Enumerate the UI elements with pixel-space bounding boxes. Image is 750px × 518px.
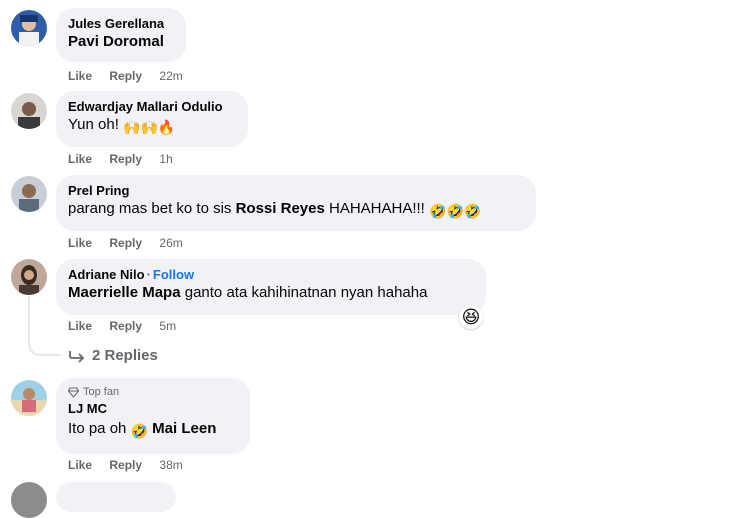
reply-button[interactable]: Reply bbox=[109, 458, 142, 472]
comment-actions: Like Reply 38m bbox=[68, 458, 183, 472]
comment-time[interactable]: 1h bbox=[159, 152, 172, 166]
mention-link[interactable]: Mai Leen bbox=[152, 420, 216, 437]
reply-button[interactable]: Reply bbox=[109, 69, 142, 83]
reply-button[interactable]: Reply bbox=[109, 236, 142, 250]
mention-link[interactable]: Pavi Doromal bbox=[68, 32, 174, 52]
comment-author[interactable]: Jules Gerellana bbox=[68, 16, 174, 32]
avatar[interactable] bbox=[11, 93, 47, 129]
comment-bubble: Top fan LJ MC Ito pa oh 🤣 Mai Leen bbox=[56, 378, 250, 454]
comment-text: Ito pa oh 🤣 Mai Leen bbox=[68, 419, 238, 441]
comment-author[interactable]: Edwardjay Mallari Odulio bbox=[68, 99, 236, 115]
comment-actions: Like Reply 22m bbox=[68, 69, 183, 83]
comment-text: parang mas bet ko to sis Rossi Reyes HAH… bbox=[68, 199, 524, 221]
comment-bubble: Edwardjay Mallari Odulio Yun oh! 🙌🙌🔥 bbox=[56, 91, 248, 147]
comment-time[interactable]: 26m bbox=[159, 236, 182, 250]
top-fan-diamond-icon bbox=[68, 386, 79, 398]
comment-text-body: Yun oh! bbox=[68, 116, 119, 133]
comment-author[interactable]: Adriane Nilo bbox=[68, 267, 145, 282]
separator-dot: · bbox=[146, 267, 151, 282]
comment-time[interactable]: 22m bbox=[159, 69, 182, 83]
reply-button[interactable]: Reply bbox=[109, 152, 142, 166]
comment-actions: Like Reply 1h bbox=[68, 152, 173, 166]
like-button[interactable]: Like bbox=[68, 458, 92, 472]
comment-actions: Like Reply 5m bbox=[68, 319, 176, 333]
emoji: 🤣 bbox=[130, 423, 148, 439]
comment-text: Maerrielle Mapa ganto ata kahihinatnan n… bbox=[68, 283, 474, 303]
laughing-emoji-icon[interactable]: 😆 bbox=[459, 305, 483, 329]
avatar[interactable] bbox=[11, 380, 47, 416]
comment-text-before: Ito pa oh bbox=[68, 420, 127, 437]
top-fan-badge: Top fan bbox=[68, 385, 238, 399]
reply-button[interactable]: Reply bbox=[109, 319, 142, 333]
comment-bubble bbox=[56, 482, 176, 512]
like-button[interactable]: Like bbox=[68, 152, 92, 166]
replies-count: 2 Replies bbox=[92, 347, 158, 364]
comment-author[interactable]: Prel Pring bbox=[68, 183, 524, 199]
comment-text: Yun oh! 🙌🙌🔥 bbox=[68, 115, 236, 137]
comment-bubble: Jules Gerellana Pavi Doromal bbox=[56, 8, 186, 62]
thread-line bbox=[28, 296, 60, 356]
top-fan-label: Top fan bbox=[83, 386, 120, 398]
avatar[interactable] bbox=[11, 482, 47, 518]
avatar[interactable] bbox=[11, 10, 47, 46]
comment-author-row: Adriane Nilo · Follow bbox=[68, 267, 474, 283]
like-button[interactable]: Like bbox=[68, 69, 92, 83]
reply-arrow-icon bbox=[69, 350, 85, 363]
mention-link[interactable]: Maerrielle Mapa bbox=[68, 284, 181, 301]
emoji: 🤣🤣🤣 bbox=[429, 203, 482, 219]
mention-link[interactable]: Rossi Reyes bbox=[236, 200, 325, 217]
avatar[interactable] bbox=[11, 176, 47, 212]
comment-bubble: Adriane Nilo · Follow Maerrielle Mapa gant… bbox=[56, 259, 486, 315]
like-button[interactable]: Like bbox=[68, 319, 92, 333]
comment-text-before: parang mas bet ko to sis bbox=[68, 200, 232, 217]
view-replies-button[interactable]: 2 Replies bbox=[68, 347, 158, 364]
comment-time[interactable]: 38m bbox=[159, 458, 182, 472]
comment-text-after: ganto ata kahihinatnan nyan hahaha bbox=[184, 284, 428, 301]
comment-text-after: HAHAHAHA!!! bbox=[328, 200, 425, 217]
comment-bubble: Prel Pring parang mas bet ko to sis Ross… bbox=[56, 175, 536, 231]
comment-author[interactable]: LJ MC bbox=[68, 401, 238, 417]
like-button[interactable]: Like bbox=[68, 236, 92, 250]
comment-time[interactable]: 5m bbox=[159, 319, 176, 333]
emoji: 🙌🙌🔥 bbox=[123, 119, 176, 135]
avatar[interactable] bbox=[11, 259, 47, 295]
follow-button[interactable]: Follow bbox=[153, 267, 194, 282]
comment-actions: Like Reply 26m bbox=[68, 236, 183, 250]
